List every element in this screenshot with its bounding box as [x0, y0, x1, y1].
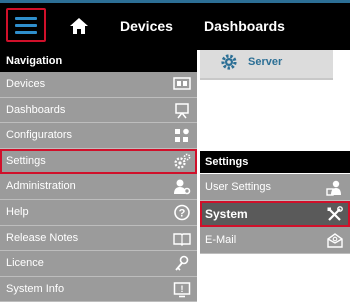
devices-icon	[173, 77, 191, 90]
nav-item-system-info[interactable]: System Info !	[0, 276, 197, 303]
dashboard-easel-icon	[175, 102, 189, 119]
server-panel[interactable]: Server	[200, 50, 333, 80]
submenu-item-email[interactable]: E-Mail	[200, 227, 350, 254]
top-nav-devices[interactable]: Devices	[120, 17, 173, 35]
nav-item-administration[interactable]: Administration	[0, 174, 197, 200]
nav-item-label: Devices	[6, 78, 46, 90]
nav-item-label: Help	[6, 205, 29, 218]
home-icon[interactable]	[68, 15, 90, 37]
submenu-item-label: User Settings	[205, 181, 272, 193]
submenu-item-label: E-Mail	[205, 234, 237, 246]
top-navigation-bar: Devices Dashboards	[0, 0, 350, 50]
gears-icon	[174, 153, 191, 169]
nav-item-dashboards[interactable]: Dashboards	[0, 97, 197, 124]
nav-item-release-notes[interactable]: Release Notes	[0, 225, 197, 252]
svg-text:!: !	[181, 284, 184, 294]
submenu-item-label: System	[205, 206, 248, 221]
nav-item-configurators[interactable]: Configurators	[0, 123, 197, 149]
nav-item-label: Release Notes	[6, 231, 79, 244]
nav-item-label: Configurators	[6, 129, 73, 142]
admin-user-gear-icon	[174, 179, 191, 195]
hamburger-line	[15, 17, 37, 20]
nav-item-devices[interactable]: Devices	[0, 72, 197, 98]
help-icon: ?	[174, 204, 190, 221]
tools-icon	[327, 205, 343, 221]
server-label: Server	[248, 56, 283, 68]
configurators-icon	[175, 128, 189, 143]
nav-item-label: Administration	[6, 180, 76, 193]
svg-text:?: ?	[179, 207, 186, 219]
nav-item-help[interactable]: Help ?	[0, 199, 197, 226]
email-icon	[327, 233, 343, 248]
key-icon	[175, 255, 189, 271]
book-icon	[173, 232, 191, 246]
settings-submenu-header: Settings	[200, 151, 350, 173]
nav-item-settings[interactable]: Settings	[0, 148, 197, 175]
nav-item-label: Settings	[6, 154, 46, 167]
nav-item-label: System Info	[6, 282, 65, 295]
navigation-header: Navigation	[0, 50, 197, 72]
user-settings-icon	[326, 180, 341, 196]
gear-icon	[221, 54, 237, 70]
submenu-item-system[interactable]: System	[200, 200, 350, 227]
navigation-menu: Devices Dashboards Configurators Setting…	[0, 72, 197, 303]
submenu-item-user-settings[interactable]: User Settings	[200, 174, 350, 201]
nav-item-licence[interactable]: Licence	[0, 251, 197, 277]
nav-item-label: Dashboards	[6, 103, 66, 116]
hamburger-menu-button[interactable]	[6, 8, 46, 42]
hamburger-line	[15, 24, 37, 27]
top-nav-dashboards[interactable]: Dashboards	[204, 17, 285, 35]
nav-item-label: Licence	[6, 257, 44, 270]
hamburger-line	[15, 31, 37, 34]
settings-submenu: User Settings System E-Mail	[200, 174, 350, 254]
system-info-icon: !	[173, 282, 191, 298]
